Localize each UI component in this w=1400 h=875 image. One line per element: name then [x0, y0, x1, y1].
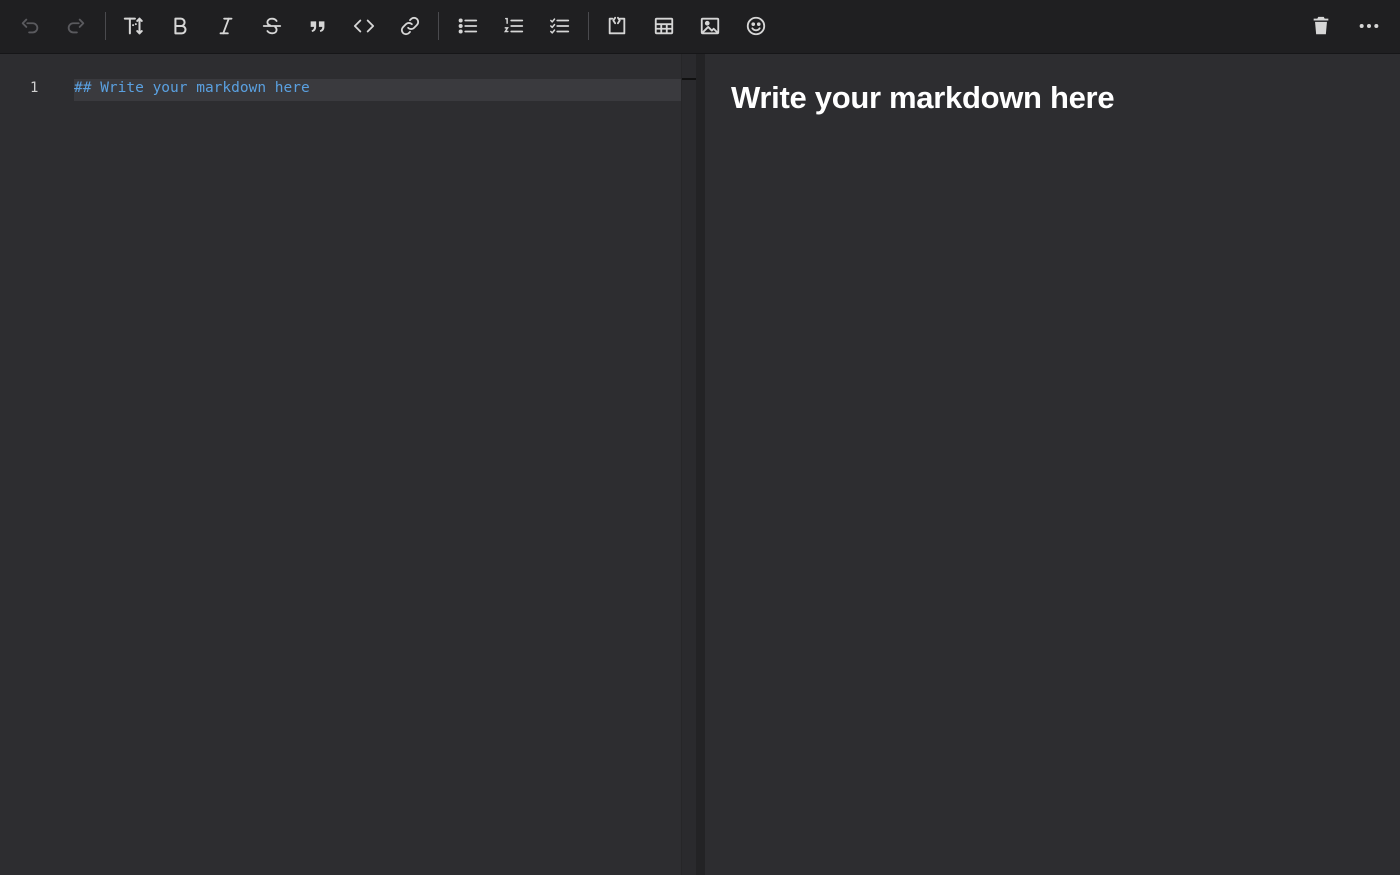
editor-line[interactable]: ## Write your markdown here: [74, 80, 310, 96]
markdown-editor[interactable]: [0, 54, 681, 875]
undo-icon: [21, 18, 39, 34]
emoji-button[interactable]: [738, 8, 774, 44]
bold-button[interactable]: [162, 8, 198, 44]
ordered-list-icon: [503, 17, 524, 33]
toolbar-separator: [105, 12, 106, 40]
italic-button[interactable]: [208, 8, 244, 44]
heading-icon: [123, 17, 143, 35]
undo-button[interactable]: [12, 8, 48, 44]
markdown-preview: Write your markdown here: [705, 54, 1400, 875]
image-icon: [700, 17, 720, 35]
editor-scrollbar[interactable]: [681, 54, 697, 875]
preview-heading: Write your markdown here: [731, 80, 1115, 115]
code-icon: [353, 19, 375, 33]
delete-button[interactable]: [1303, 8, 1339, 44]
strikethrough-button[interactable]: [254, 8, 290, 44]
more-icon: [1359, 23, 1379, 29]
redo-icon: [67, 18, 85, 34]
toolbar-separator: [588, 12, 589, 40]
quote-button[interactable]: [300, 8, 336, 44]
task-list-button[interactable]: [542, 8, 578, 44]
trash-icon: [1313, 16, 1329, 35]
code-block-button[interactable]: [599, 8, 635, 44]
table-icon: [654, 17, 674, 35]
emoji-icon: [746, 16, 766, 36]
editor-toolbar: [0, 0, 1400, 54]
bullet-list-icon: [458, 18, 478, 34]
heading-button[interactable]: [116, 8, 152, 44]
scrollbar-cursor-marker: [682, 78, 697, 80]
code-block-icon: [608, 16, 626, 35]
code-button[interactable]: [346, 8, 382, 44]
link-icon: [400, 16, 420, 36]
italic-icon: [219, 17, 233, 35]
strikethrough-icon: [262, 17, 282, 35]
table-button[interactable]: [646, 8, 682, 44]
bullet-list-button[interactable]: [450, 8, 486, 44]
redo-button[interactable]: [58, 8, 94, 44]
link-button[interactable]: [392, 8, 428, 44]
ordered-list-button[interactable]: [496, 8, 532, 44]
bold-icon: [174, 17, 187, 35]
quote-icon: [310, 21, 325, 32]
line-number: 1: [30, 80, 39, 96]
pane-divider[interactable]: [696, 54, 705, 875]
toolbar-separator: [438, 12, 439, 40]
task-list-icon: [550, 18, 570, 34]
image-button[interactable]: [692, 8, 728, 44]
more-button[interactable]: [1351, 8, 1387, 44]
